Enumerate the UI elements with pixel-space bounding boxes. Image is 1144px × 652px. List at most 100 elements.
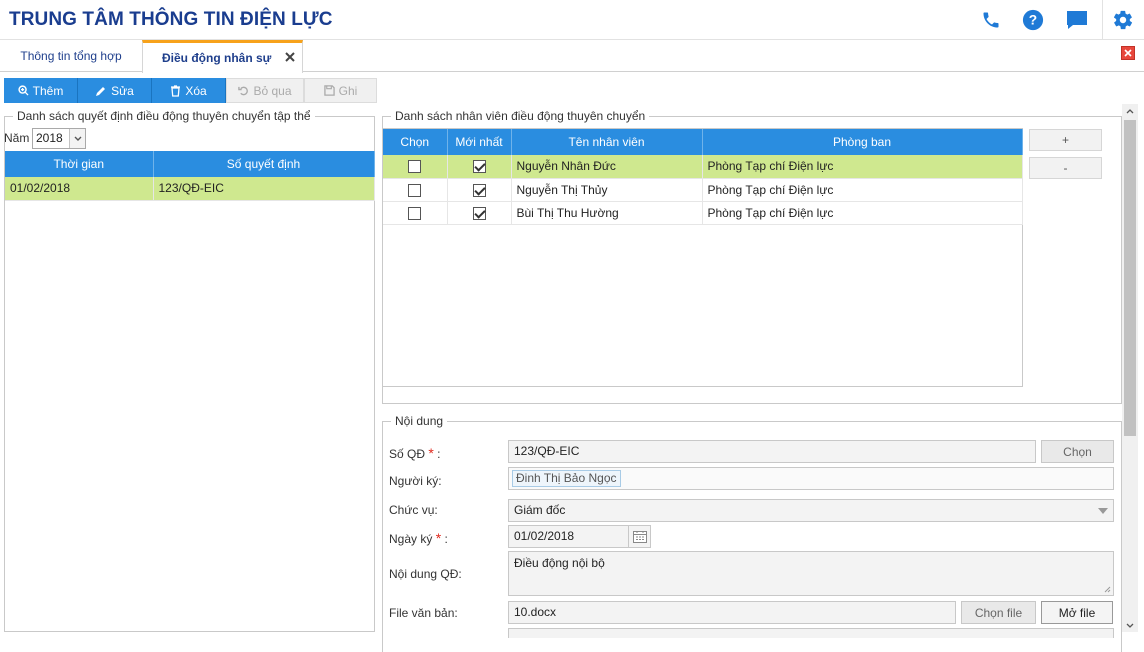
gear-icon[interactable] xyxy=(1110,7,1136,33)
phone-icon[interactable] xyxy=(978,7,1004,33)
edit-label: Sửa xyxy=(111,83,134,98)
tab-bar: Thông tin tổng hợp Điều động nhân sự xyxy=(0,40,1144,73)
cell-chon xyxy=(383,201,448,225)
signer-tag[interactable]: Đinh Thị Bảo Ngọc xyxy=(512,470,621,487)
staff-list-legend: Danh sách nhân viên điều động thuyên chu… xyxy=(391,109,650,123)
save-button[interactable]: Ghi xyxy=(304,78,377,103)
scrollbar-thumb[interactable] xyxy=(1124,120,1136,436)
close-window-icon[interactable] xyxy=(1121,46,1135,60)
table-row[interactable]: Nguyễn Thị Thủy Phòng Tạp chí Điện lực xyxy=(383,178,1023,202)
staff-table-header: Chọn Mới nhất Tên nhân viên Phòng ban xyxy=(383,129,1023,155)
save-icon xyxy=(323,85,335,96)
undo-icon xyxy=(238,86,249,96)
nguoi-ky-label: Người ký: xyxy=(389,474,442,488)
cell-number: 123/QĐ-EIC xyxy=(153,177,375,201)
trash-icon xyxy=(171,84,181,97)
cell-name: Nguyễn Nhân Đức xyxy=(511,155,703,179)
decision-table-header: Thời gian Số quyết định xyxy=(5,151,375,177)
chuc-vu-select[interactable]: Giám đốc xyxy=(508,499,1114,522)
cell-chon xyxy=(383,178,448,202)
year-label: Năm xyxy=(4,131,30,145)
svg-text:?: ? xyxy=(1029,13,1037,28)
tab-dieu-dong-nhan-su[interactable]: Điều động nhân sự xyxy=(142,40,303,73)
ngay-ky-label: Ngày ký * : xyxy=(389,530,448,546)
delete-label: Xóa xyxy=(185,83,207,98)
content-legend: Nội dung xyxy=(391,414,448,428)
col-ten-nhan-vien[interactable]: Tên nhân viên xyxy=(511,129,703,155)
col-so-quyet-dinh[interactable]: Số quyết định xyxy=(153,151,375,177)
table-row[interactable]: Bùi Thị Thu Hường Phòng Tạp chí Điện lực xyxy=(383,201,1023,225)
col-thoi-gian[interactable]: Thời gian xyxy=(5,151,154,177)
table-row[interactable]: 01/02/2018 123/QĐ-EIC xyxy=(5,177,375,201)
decision-table: Thời gian Số quyết định 01/02/2018 123/Q… xyxy=(5,151,375,201)
add-label: Thêm xyxy=(32,83,64,98)
toolbar: Thêm Sửa Xóa Bỏ qua Ghi xyxy=(4,78,377,103)
pencil-icon xyxy=(96,86,106,96)
select-checkbox[interactable] xyxy=(408,160,422,174)
table-row[interactable]: Nguyễn Nhân Đức Phòng Tạp chí Điện lực xyxy=(383,155,1023,179)
chuc-vu-value: Giám đốc xyxy=(514,503,566,517)
ngay-ky-input[interactable]: 01/02/2018 xyxy=(508,525,651,548)
open-file-button[interactable]: Mở file xyxy=(1041,601,1113,624)
add-button[interactable]: Thêm xyxy=(4,78,78,103)
edit-button[interactable]: Sửa xyxy=(78,78,152,103)
chevron-down-icon[interactable] xyxy=(1093,500,1113,521)
skip-label: Bỏ qua xyxy=(253,83,292,98)
tab-label: Điều động nhân sự xyxy=(162,51,272,65)
nguoi-ky-input[interactable]: Đinh Thị Bảo Ngọc xyxy=(508,467,1114,490)
choose-decision-button[interactable]: Chọn xyxy=(1041,440,1114,463)
chat-icon[interactable] xyxy=(1064,7,1090,33)
skip-button[interactable]: Bỏ qua xyxy=(226,78,304,103)
next-field-input[interactable] xyxy=(508,628,1114,638)
resize-handle-icon[interactable] xyxy=(1104,586,1111,593)
year-select[interactable]: 2018 xyxy=(32,128,86,149)
choose-file-button[interactable]: Chọn file xyxy=(961,601,1036,624)
file-label: File văn bản: xyxy=(389,606,458,620)
cell-chon xyxy=(383,155,448,179)
select-checkbox[interactable] xyxy=(408,206,422,220)
delete-button[interactable]: Xóa xyxy=(152,78,226,103)
col-chon[interactable]: Chọn xyxy=(383,129,448,155)
latest-checkbox[interactable] xyxy=(472,183,486,197)
latest-checkbox[interactable] xyxy=(472,206,486,220)
year-value: 2018 xyxy=(36,131,63,145)
zoom-in-icon xyxy=(18,85,29,96)
tab-thong-tin-tong-hop[interactable]: Thông tin tổng hợp xyxy=(0,40,142,72)
noi-dung-value: Điều động nội bộ xyxy=(514,556,605,570)
scroll-up-icon[interactable] xyxy=(1122,104,1138,118)
latest-checkbox[interactable] xyxy=(472,160,486,174)
cell-moi-nhat xyxy=(447,155,512,179)
cell-department: Phòng Tạp chí Điện lực xyxy=(702,155,1023,179)
so-qd-label: Số QĐ * : xyxy=(389,445,441,461)
cell-department: Phòng Tạp chí Điện lực xyxy=(702,201,1023,225)
add-staff-button[interactable]: + xyxy=(1029,129,1102,151)
calendar-icon[interactable] xyxy=(628,526,650,547)
so-qd-label-text: Số QĐ xyxy=(389,447,426,461)
col-phong-ban[interactable]: Phòng ban xyxy=(702,129,1023,155)
cell-moi-nhat xyxy=(447,178,512,202)
tab-close-icon[interactable] xyxy=(284,51,296,63)
cell-date: 01/02/2018 xyxy=(5,177,154,201)
chuc-vu-label: Chức vụ: xyxy=(389,503,438,517)
noi-dung-textarea[interactable]: Điều động nội bộ xyxy=(508,551,1114,596)
app-header: TRUNG TÂM THÔNG TIN ĐIỆN LỰC ? xyxy=(0,0,1144,40)
col-moi-nhat[interactable]: Mới nhất xyxy=(447,129,512,155)
chevron-down-icon[interactable] xyxy=(69,129,85,148)
ngay-ky-value: 01/02/2018 xyxy=(514,529,575,543)
required-mark: * xyxy=(435,530,442,546)
header-divider xyxy=(1102,0,1103,40)
help-icon[interactable]: ? xyxy=(1020,7,1046,33)
so-qd-input[interactable]: 123/QĐ-EIC xyxy=(508,440,1036,463)
cell-department: Phòng Tạp chí Điện lực xyxy=(702,178,1023,202)
remove-staff-button[interactable]: - xyxy=(1029,157,1102,179)
ngay-ky-label-text: Ngày ký xyxy=(389,532,433,546)
staff-table: Chọn Mới nhất Tên nhân viên Phòng ban Ng… xyxy=(383,129,1023,225)
required-mark: * xyxy=(428,445,434,461)
app-title: TRUNG TÂM THÔNG TIN ĐIỆN LỰC xyxy=(9,9,333,30)
tab-label: Thông tin tổng hợp xyxy=(20,49,122,63)
select-checkbox[interactable] xyxy=(408,183,422,197)
file-input[interactable]: 10.docx xyxy=(508,601,956,624)
scroll-down-icon[interactable] xyxy=(1122,618,1138,632)
vertical-scrollbar[interactable] xyxy=(1122,104,1138,632)
cell-name: Bùi Thị Thu Hường xyxy=(511,201,703,225)
